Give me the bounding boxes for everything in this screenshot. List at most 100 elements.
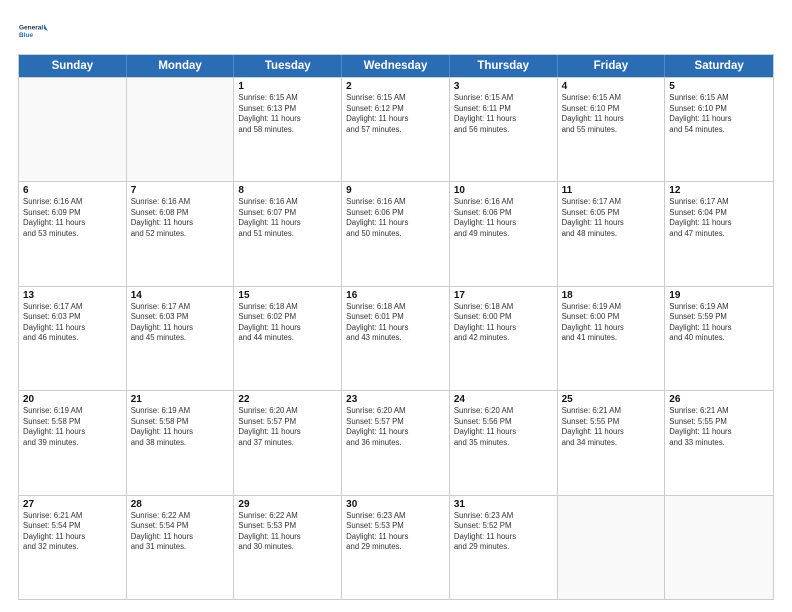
day-info: Sunrise: 6:19 AM Sunset: 6:00 PM Dayligh… [562,302,661,344]
calendar-row-2: 6Sunrise: 6:16 AM Sunset: 6:09 PM Daylig… [19,181,773,285]
day-number: 6 [23,185,122,196]
day-cell-30: 30Sunrise: 6:23 AM Sunset: 5:53 PM Dayli… [342,496,450,599]
day-info: Sunrise: 6:15 AM Sunset: 6:12 PM Dayligh… [346,93,445,135]
calendar-row-4: 20Sunrise: 6:19 AM Sunset: 5:58 PM Dayli… [19,390,773,494]
day-info: Sunrise: 6:17 AM Sunset: 6:05 PM Dayligh… [562,197,661,239]
day-info: Sunrise: 6:16 AM Sunset: 6:08 PM Dayligh… [131,197,230,239]
svg-text:Blue: Blue [19,32,33,39]
day-number: 5 [669,81,769,92]
day-info: Sunrise: 6:20 AM Sunset: 5:57 PM Dayligh… [346,406,445,448]
day-number: 12 [669,185,769,196]
day-info: Sunrise: 6:16 AM Sunset: 6:06 PM Dayligh… [346,197,445,239]
weekday-header-monday: Monday [127,55,235,77]
day-info: Sunrise: 6:18 AM Sunset: 6:01 PM Dayligh… [346,302,445,344]
day-number: 22 [238,394,337,405]
day-info: Sunrise: 6:20 AM Sunset: 5:57 PM Dayligh… [238,406,337,448]
day-cell-2: 2Sunrise: 6:15 AM Sunset: 6:12 PM Daylig… [342,78,450,181]
day-cell-22: 22Sunrise: 6:20 AM Sunset: 5:57 PM Dayli… [234,391,342,494]
logo: GeneralBlue [18,16,48,46]
day-number: 23 [346,394,445,405]
day-cell-19: 19Sunrise: 6:19 AM Sunset: 5:59 PM Dayli… [665,287,773,390]
weekday-header-sunday: Sunday [19,55,127,77]
day-info: Sunrise: 6:17 AM Sunset: 6:03 PM Dayligh… [131,302,230,344]
day-cell-1: 1Sunrise: 6:15 AM Sunset: 6:13 PM Daylig… [234,78,342,181]
day-cell-11: 11Sunrise: 6:17 AM Sunset: 6:05 PM Dayli… [558,182,666,285]
day-info: Sunrise: 6:19 AM Sunset: 5:58 PM Dayligh… [23,406,122,448]
day-info: Sunrise: 6:15 AM Sunset: 6:11 PM Dayligh… [454,93,553,135]
empty-cell [19,78,127,181]
weekday-header-saturday: Saturday [665,55,773,77]
day-info: Sunrise: 6:17 AM Sunset: 6:03 PM Dayligh… [23,302,122,344]
day-number: 13 [23,290,122,301]
day-info: Sunrise: 6:16 AM Sunset: 6:07 PM Dayligh… [238,197,337,239]
day-number: 14 [131,290,230,301]
day-number: 7 [131,185,230,196]
day-number: 10 [454,185,553,196]
day-number: 19 [669,290,769,301]
day-number: 30 [346,499,445,510]
day-cell-3: 3Sunrise: 6:15 AM Sunset: 6:11 PM Daylig… [450,78,558,181]
day-info: Sunrise: 6:18 AM Sunset: 6:02 PM Dayligh… [238,302,337,344]
day-number: 8 [238,185,337,196]
calendar-body: 1Sunrise: 6:15 AM Sunset: 6:13 PM Daylig… [19,77,773,599]
day-number: 18 [562,290,661,301]
day-cell-13: 13Sunrise: 6:17 AM Sunset: 6:03 PM Dayli… [19,287,127,390]
weekday-header-wednesday: Wednesday [342,55,450,77]
day-info: Sunrise: 6:16 AM Sunset: 6:09 PM Dayligh… [23,197,122,239]
empty-cell [558,496,666,599]
calendar-header: SundayMondayTuesdayWednesdayThursdayFrid… [19,55,773,77]
day-number: 26 [669,394,769,405]
day-info: Sunrise: 6:21 AM Sunset: 5:54 PM Dayligh… [23,511,122,553]
day-info: Sunrise: 6:16 AM Sunset: 6:06 PM Dayligh… [454,197,553,239]
weekday-header-friday: Friday [558,55,666,77]
day-number: 3 [454,81,553,92]
day-info: Sunrise: 6:17 AM Sunset: 6:04 PM Dayligh… [669,197,769,239]
day-number: 15 [238,290,337,301]
day-cell-25: 25Sunrise: 6:21 AM Sunset: 5:55 PM Dayli… [558,391,666,494]
day-number: 25 [562,394,661,405]
day-info: Sunrise: 6:21 AM Sunset: 5:55 PM Dayligh… [562,406,661,448]
day-cell-27: 27Sunrise: 6:21 AM Sunset: 5:54 PM Dayli… [19,496,127,599]
day-cell-8: 8Sunrise: 6:16 AM Sunset: 6:07 PM Daylig… [234,182,342,285]
day-cell-21: 21Sunrise: 6:19 AM Sunset: 5:58 PM Dayli… [127,391,235,494]
day-cell-28: 28Sunrise: 6:22 AM Sunset: 5:54 PM Dayli… [127,496,235,599]
day-info: Sunrise: 6:20 AM Sunset: 5:56 PM Dayligh… [454,406,553,448]
day-cell-18: 18Sunrise: 6:19 AM Sunset: 6:00 PM Dayli… [558,287,666,390]
day-cell-12: 12Sunrise: 6:17 AM Sunset: 6:04 PM Dayli… [665,182,773,285]
day-info: Sunrise: 6:15 AM Sunset: 6:10 PM Dayligh… [669,93,769,135]
empty-cell [665,496,773,599]
day-cell-23: 23Sunrise: 6:20 AM Sunset: 5:57 PM Dayli… [342,391,450,494]
day-cell-24: 24Sunrise: 6:20 AM Sunset: 5:56 PM Dayli… [450,391,558,494]
day-cell-6: 6Sunrise: 6:16 AM Sunset: 6:09 PM Daylig… [19,182,127,285]
calendar-row-3: 13Sunrise: 6:17 AM Sunset: 6:03 PM Dayli… [19,286,773,390]
day-number: 1 [238,81,337,92]
day-info: Sunrise: 6:23 AM Sunset: 5:53 PM Dayligh… [346,511,445,553]
day-number: 27 [23,499,122,510]
day-cell-9: 9Sunrise: 6:16 AM Sunset: 6:06 PM Daylig… [342,182,450,285]
calendar: SundayMondayTuesdayWednesdayThursdayFrid… [18,54,774,600]
day-info: Sunrise: 6:21 AM Sunset: 5:55 PM Dayligh… [669,406,769,448]
day-cell-29: 29Sunrise: 6:22 AM Sunset: 5:53 PM Dayli… [234,496,342,599]
day-cell-15: 15Sunrise: 6:18 AM Sunset: 6:02 PM Dayli… [234,287,342,390]
day-cell-14: 14Sunrise: 6:17 AM Sunset: 6:03 PM Dayli… [127,287,235,390]
weekday-header-thursday: Thursday [450,55,558,77]
day-cell-26: 26Sunrise: 6:21 AM Sunset: 5:55 PM Dayli… [665,391,773,494]
day-info: Sunrise: 6:19 AM Sunset: 5:58 PM Dayligh… [131,406,230,448]
empty-cell [127,78,235,181]
day-cell-17: 17Sunrise: 6:18 AM Sunset: 6:00 PM Dayli… [450,287,558,390]
logo-icon: GeneralBlue [18,16,48,46]
day-cell-20: 20Sunrise: 6:19 AM Sunset: 5:58 PM Dayli… [19,391,127,494]
day-number: 20 [23,394,122,405]
day-number: 4 [562,81,661,92]
day-number: 9 [346,185,445,196]
day-cell-10: 10Sunrise: 6:16 AM Sunset: 6:06 PM Dayli… [450,182,558,285]
calendar-row-1: 1Sunrise: 6:15 AM Sunset: 6:13 PM Daylig… [19,77,773,181]
day-number: 17 [454,290,553,301]
svg-text:General: General [19,25,43,32]
day-cell-31: 31Sunrise: 6:23 AM Sunset: 5:52 PM Dayli… [450,496,558,599]
day-cell-7: 7Sunrise: 6:16 AM Sunset: 6:08 PM Daylig… [127,182,235,285]
day-number: 21 [131,394,230,405]
weekday-header-tuesday: Tuesday [234,55,342,77]
day-cell-4: 4Sunrise: 6:15 AM Sunset: 6:10 PM Daylig… [558,78,666,181]
day-cell-5: 5Sunrise: 6:15 AM Sunset: 6:10 PM Daylig… [665,78,773,181]
